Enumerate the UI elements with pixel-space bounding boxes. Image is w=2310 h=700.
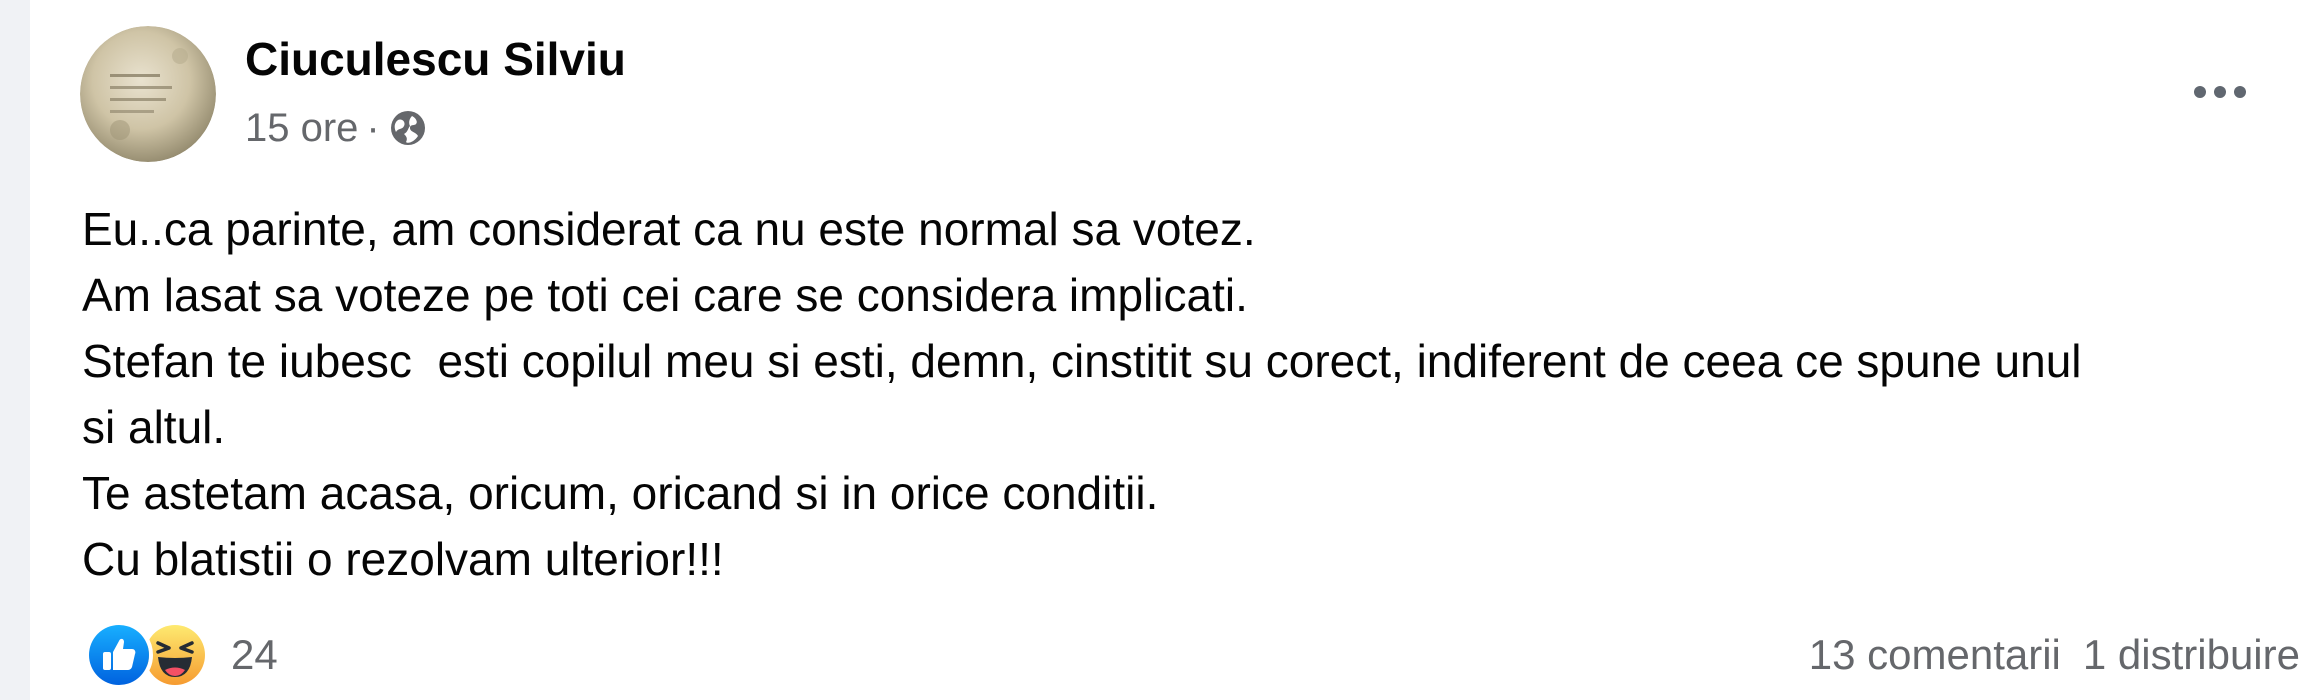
post-text-line: Am lasat sa voteze pe toti cei care se c… xyxy=(82,269,1248,321)
post-timestamp[interactable]: 15 ore xyxy=(245,106,358,151)
author-name[interactable]: Ciuculescu Silviu xyxy=(245,32,626,86)
avatar[interactable] xyxy=(80,26,216,162)
post-meta: 15 ore · xyxy=(245,100,428,156)
avatar-image xyxy=(80,26,216,162)
more-horizontal-icon xyxy=(2194,86,2246,98)
post-text-line: Eu..ca parinte, am considerat ca nu este… xyxy=(82,203,1256,255)
facebook-feed: Ciuculescu Silviu 15 ore · Eu..ca parint… xyxy=(0,0,2310,700)
like-icon xyxy=(85,621,153,689)
shares-count-link[interactable]: 1 distribuire xyxy=(2083,631,2300,679)
reactions-summary[interactable]: 24 xyxy=(85,620,278,690)
meta-separator: · xyxy=(366,105,380,150)
comments-count-link[interactable]: 13 comentarii xyxy=(1809,631,2061,679)
post-header: Ciuculescu Silviu 15 ore · xyxy=(80,26,2290,166)
globe-icon[interactable] xyxy=(388,108,428,148)
post-text-line: Te astetam acasa, oricum, oricand si in … xyxy=(82,467,1159,519)
post-text-line: Stefan te iubesc esti copilul meu si est… xyxy=(82,335,2082,387)
post-text: Eu..ca parinte, am considerat ca nu este… xyxy=(82,196,2292,592)
post-card: Ciuculescu Silviu 15 ore · Eu..ca parint… xyxy=(30,0,2310,700)
post-text-line: Cu blatistii o rezolvam ulterior!!! xyxy=(82,533,724,585)
reaction-count: 24 xyxy=(231,631,278,678)
more-options-button[interactable] xyxy=(2180,62,2260,122)
post-stats: 13 comentarii 1 distribuire xyxy=(1809,620,2300,690)
post-text-line: si altul. xyxy=(82,401,226,453)
post-footer: 24 13 comentarii 1 distribuire xyxy=(85,620,2300,690)
